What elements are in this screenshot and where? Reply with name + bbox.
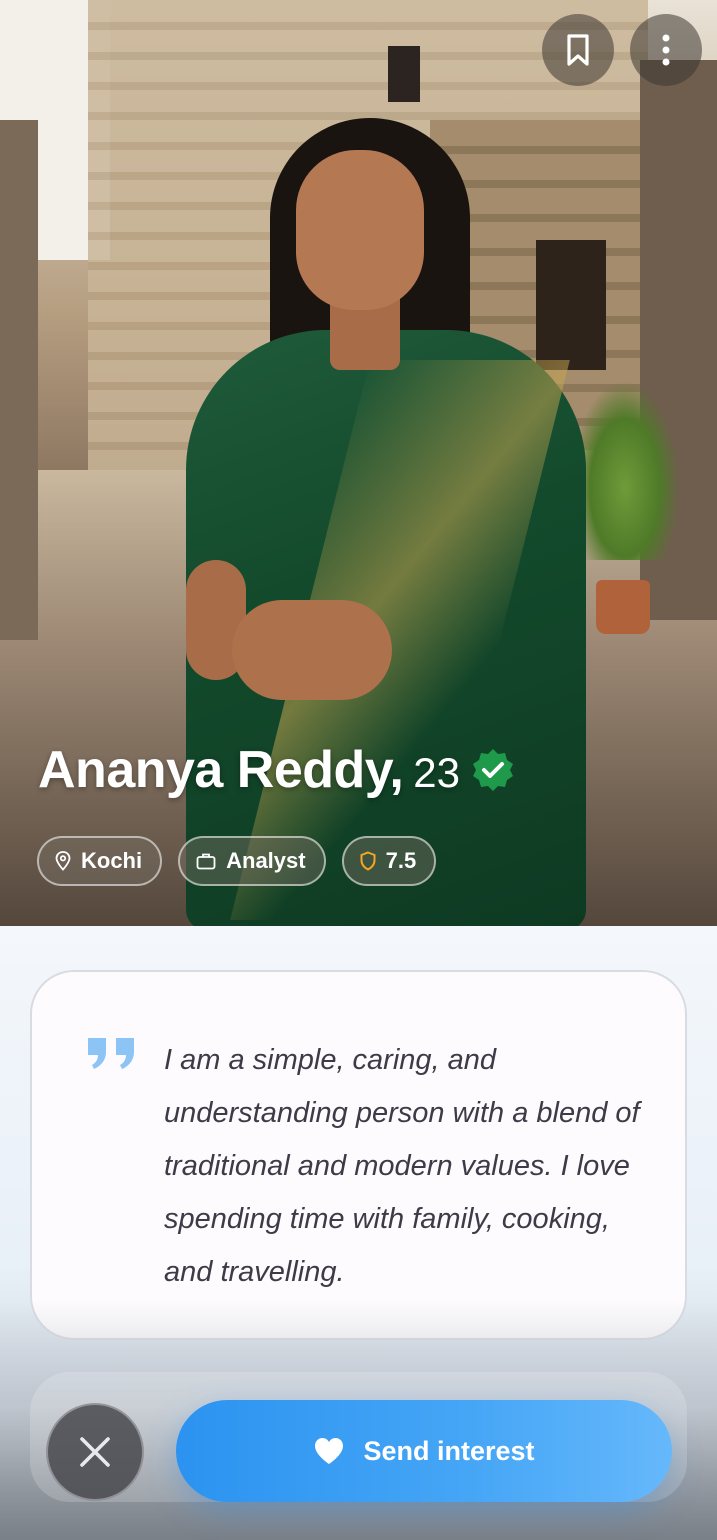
send-interest-label: Send interest (363, 1435, 535, 1466)
location-label: Kochi (81, 848, 143, 873)
score-chip: 7.5 (341, 836, 437, 886)
profile-age: 23 (413, 749, 461, 796)
profile-name: Ananya Reddy, (38, 741, 404, 799)
profile-chips: Kochi Analyst 7.5 (37, 836, 437, 886)
briefcase-icon (196, 853, 216, 870)
profile-name-row: Ananya Reddy, 23 (38, 740, 516, 800)
more-vertical-icon (662, 34, 670, 66)
photo-window (388, 46, 420, 102)
photo-plant (570, 380, 680, 560)
photo-pot (596, 580, 650, 634)
occupation-chip: Analyst (178, 836, 326, 886)
close-icon (80, 1437, 110, 1467)
pass-button[interactable] (46, 1403, 144, 1501)
shield-icon (360, 851, 376, 871)
score-label: 7.5 (385, 848, 417, 873)
bookmark-icon (567, 34, 589, 66)
occupation-label: Analyst (226, 848, 306, 873)
photo-doorway (536, 240, 606, 370)
verified-check-icon (473, 749, 514, 791)
location-chip: Kochi (37, 836, 163, 886)
bio-text: I am a simple, caring, and understanding… (164, 1044, 640, 1288)
bookmark-button[interactable] (542, 14, 614, 86)
photo-pillar-left (0, 120, 38, 640)
location-pin-icon (55, 851, 71, 871)
bio-card: I am a simple, caring, and understanding… (30, 970, 687, 1340)
heart-icon (315, 1438, 344, 1464)
quote-icon (88, 1038, 134, 1069)
photo-person-hands (232, 600, 392, 700)
send-interest-button[interactable]: Send interest (176, 1400, 672, 1502)
photo-person-face (296, 150, 424, 310)
more-options-button[interactable] (630, 14, 702, 86)
